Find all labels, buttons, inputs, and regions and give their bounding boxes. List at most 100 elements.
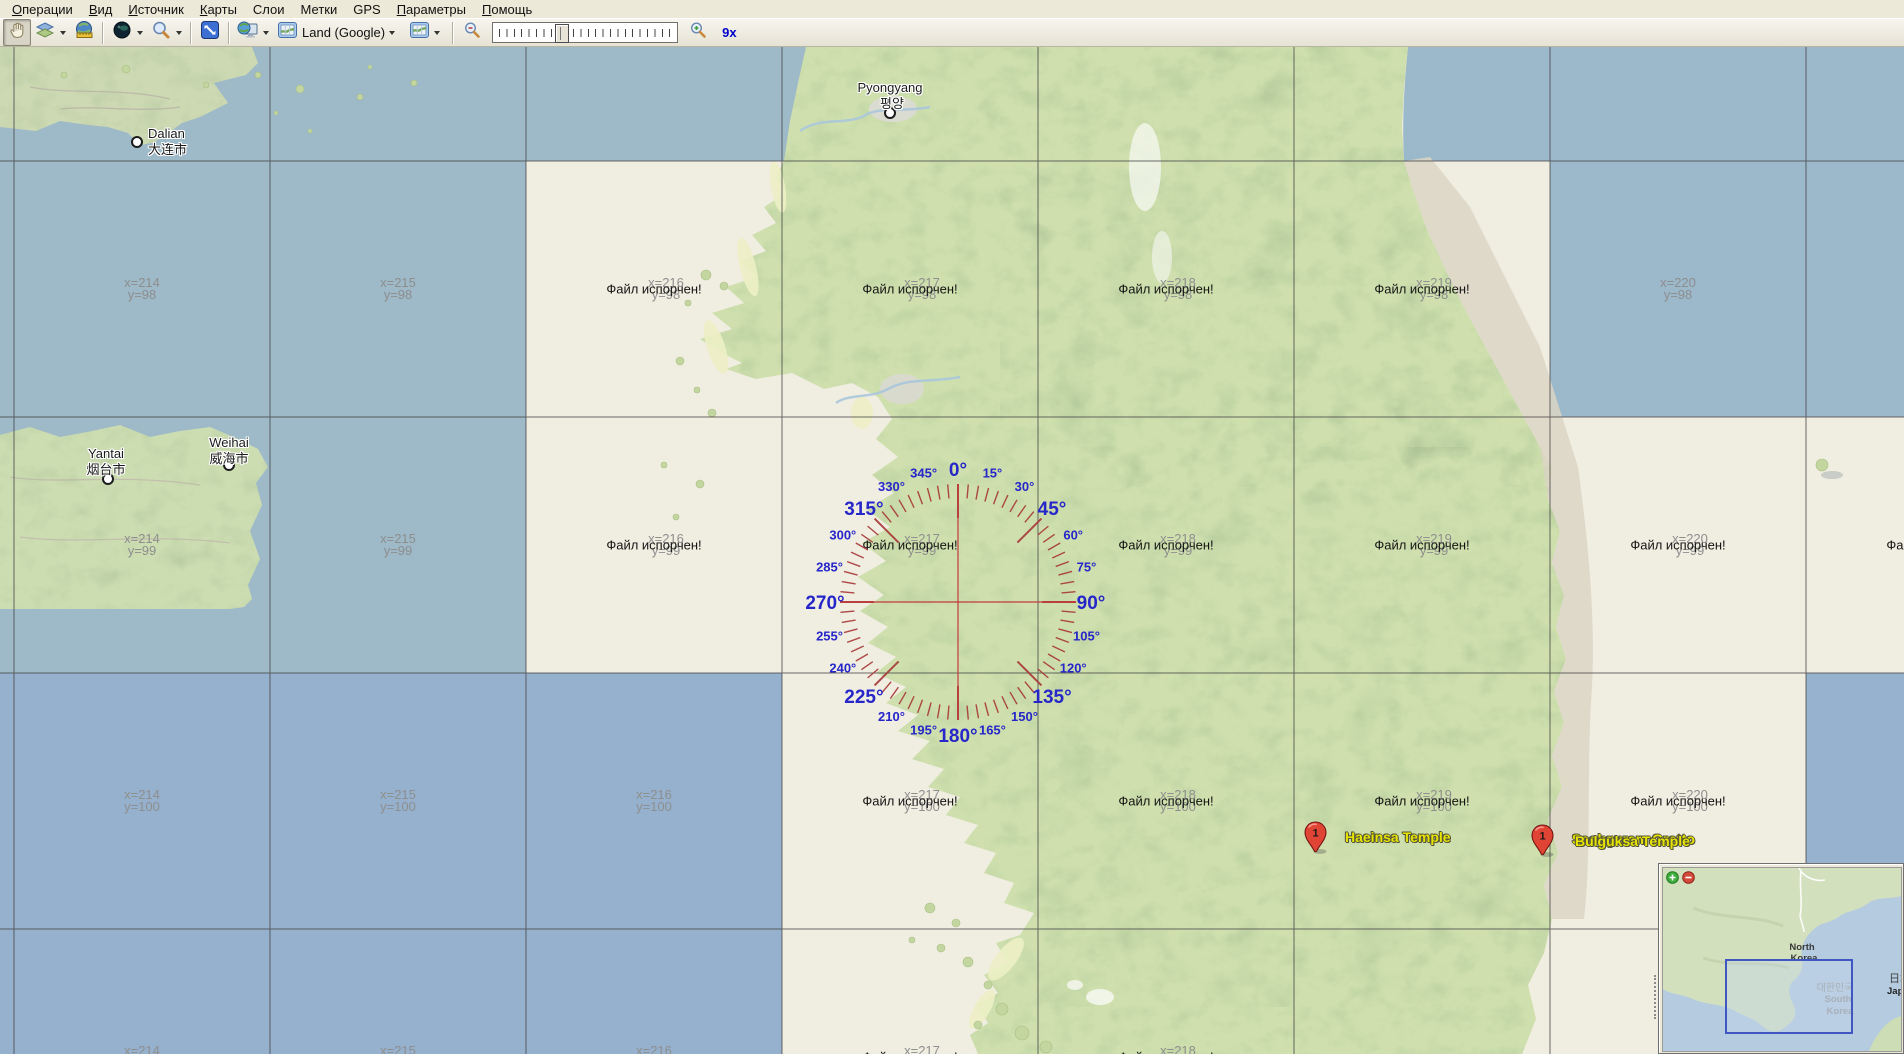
- compass-degree-label: 300°: [829, 528, 856, 543]
- search-button[interactable]: [147, 19, 175, 46]
- chevron-down-icon[interactable]: [60, 31, 66, 35]
- zoom-in-icon: [689, 21, 707, 44]
- tile-corrupted-text: Файл испорчен!: [1374, 538, 1469, 553]
- globe-ruler-icon: [74, 20, 94, 45]
- tile-coords: x=216y=99: [648, 533, 684, 557]
- tile-corrupted-text: Файл испорчен!: [1630, 538, 1725, 553]
- zoom-out-button[interactable]: [458, 19, 486, 46]
- tile-corrupted-text: Файл испорчен!: [862, 794, 957, 809]
- tile-coords: x=219y=100: [1416, 789, 1452, 813]
- zoom-level-text: 9x: [722, 25, 736, 40]
- tile-coords: x=214y=98: [124, 277, 160, 301]
- menu-item-метки[interactable]: Метки: [293, 1, 346, 18]
- map-select-button[interactable]: [273, 19, 301, 46]
- tile-coords: x=216y=100: [636, 789, 672, 813]
- compass-degree-label: 285°: [816, 560, 843, 575]
- tile-coords: x=214y=101: [124, 1045, 160, 1054]
- map-viewport[interactable]: x=214y=98x=215y=98x=216y=98Файл испорчен…: [0, 47, 1904, 1054]
- globe-monitor-icon: [237, 20, 259, 45]
- zoom-slider-thumb[interactable]: [555, 24, 569, 43]
- tile-coords: x=215y=98: [380, 277, 416, 301]
- zoom-out-icon: [463, 21, 481, 44]
- tile-coords: x=215y=100: [380, 789, 416, 813]
- tile-coords: x=218y=99: [1160, 533, 1196, 557]
- chevron-down-icon[interactable]: [137, 31, 143, 35]
- overlay-select-button[interactable]: [405, 19, 433, 46]
- chevron-down-icon[interactable]: [176, 31, 182, 35]
- tile-coords: x=215y=99: [380, 533, 416, 557]
- tile-coords: x=214y=99: [124, 533, 160, 557]
- compass-degree-label: 315°: [844, 499, 883, 520]
- toolbar-separator: [228, 22, 230, 44]
- measure-button[interactable]: [70, 19, 98, 46]
- svg-text:1: 1: [1539, 831, 1545, 843]
- menu-bar: ОперацииВидИсточникКартыСлоиМеткиGPSПара…: [0, 0, 1904, 18]
- city-local-label-dalian: 大连市: [148, 139, 187, 158]
- menu-item-операции[interactable]: Операции: [4, 1, 81, 18]
- poi-label: Haeinsa Temple: [1345, 829, 1451, 845]
- menu-item-карты[interactable]: Карты: [192, 1, 245, 18]
- zoom-slider[interactable]: [492, 22, 678, 43]
- tile-coords: x=219y=99: [1416, 533, 1452, 557]
- compass-degree-label: 255°: [816, 628, 843, 643]
- compass-degree-label: 240°: [829, 661, 856, 676]
- toolbar-separator: [452, 22, 454, 44]
- minimap-map[interactable]: North Korea 대한민국 South Korea 日本 Japan: [1662, 867, 1902, 1052]
- compass-degree-label: 195°: [910, 722, 937, 737]
- minimap-drag-handle[interactable]: [1652, 863, 1658, 1054]
- tile-corrupted-text: Файл испорчен!: [1886, 538, 1904, 553]
- menu-item-параметры[interactable]: Параметры: [389, 1, 474, 18]
- zoom-in-button[interactable]: [684, 19, 712, 46]
- tile-corrupted-text: Файл испорчен!: [1118, 538, 1213, 553]
- compass-degree-label: 330°: [878, 479, 905, 494]
- minimap-viewport-rect[interactable]: [1725, 959, 1853, 1034]
- search-icon: [151, 20, 171, 45]
- tile-coords: x=214y=100: [124, 789, 160, 813]
- placemark-add-button[interactable]: [31, 19, 59, 46]
- tile-corrupted-text: Файл испорчен!: [606, 282, 701, 297]
- menu-item-gps[interactable]: GPS: [345, 1, 388, 18]
- overview-minimap[interactable]: North Korea 대한민국 South Korea 日本 Japan: [1652, 863, 1904, 1054]
- menu-item-источник[interactable]: Источник: [120, 1, 192, 18]
- pan-hand-button[interactable]: [3, 19, 31, 46]
- minimap-panel: North Korea 대한민국 South Korea 日本 Japan: [1658, 863, 1904, 1054]
- minimap-label-japan: Japan: [1887, 986, 1902, 997]
- map-select-label[interactable]: Land (Google): [302, 25, 385, 40]
- chevron-down-icon[interactable]: [434, 31, 440, 35]
- tile-corrupted-text: Файл испорчен!: [862, 538, 957, 553]
- compass-degree-label: 15°: [983, 466, 1003, 481]
- compass-degree-label: 150°: [1011, 709, 1038, 724]
- compass-degree-label: 345°: [910, 466, 937, 481]
- map-pin-2[interactable]: 1: [1531, 824, 1554, 857]
- night-globe-button[interactable]: [108, 19, 136, 46]
- compass-degree-label: 90°: [1077, 593, 1106, 614]
- minimap-zoom-out-button[interactable]: [1682, 871, 1695, 884]
- compass-rose: 0°15°30°45°60°75°90°105°120°135°150°165°…: [0, 47, 1904, 1054]
- tile-coords: x=217y=100: [904, 789, 940, 813]
- map-pin-1[interactable]: 1: [1304, 821, 1327, 854]
- tile-corrupted-text: Файл испорчен!: [862, 1050, 957, 1054]
- tile-corrupted-text: Файл испорчен!: [1374, 794, 1469, 809]
- tile-coords: x=220y=98: [1660, 277, 1696, 301]
- tile-coords: x=219y=98: [1416, 277, 1452, 301]
- tile-coords: x=218y=100: [1160, 789, 1196, 813]
- menu-item-помощь[interactable]: Помощь: [474, 1, 540, 18]
- menu-item-вид[interactable]: Вид: [81, 1, 121, 18]
- tile-coords: x=216y=98: [648, 277, 684, 301]
- fullscreen-button[interactable]: [196, 19, 224, 46]
- chevron-down-icon[interactable]: [389, 31, 395, 35]
- sas-planet-window: ОперацииВидИсточникКартыСлоиМеткиGPSПара…: [0, 0, 1904, 1054]
- toolbar-separator: [190, 22, 192, 44]
- city-local-label-pyongyang: 평양: [880, 93, 904, 112]
- menu-item-слои[interactable]: Слои: [245, 1, 293, 18]
- compass-degree-label: 45°: [1038, 499, 1067, 520]
- compass-degree-label: 75°: [1077, 560, 1097, 575]
- map-on-screen-button[interactable]: [234, 19, 262, 46]
- compass-degree-label: 0°: [949, 460, 967, 481]
- minimap-zoom-in-button[interactable]: [1666, 871, 1679, 884]
- compass-degree-label: 165°: [979, 722, 1006, 737]
- tile-coords: x=216y=101: [636, 1045, 672, 1054]
- chevron-down-icon[interactable]: [263, 31, 269, 35]
- layers-icon: [35, 20, 55, 45]
- tile-coords: x=217y=98: [904, 277, 940, 301]
